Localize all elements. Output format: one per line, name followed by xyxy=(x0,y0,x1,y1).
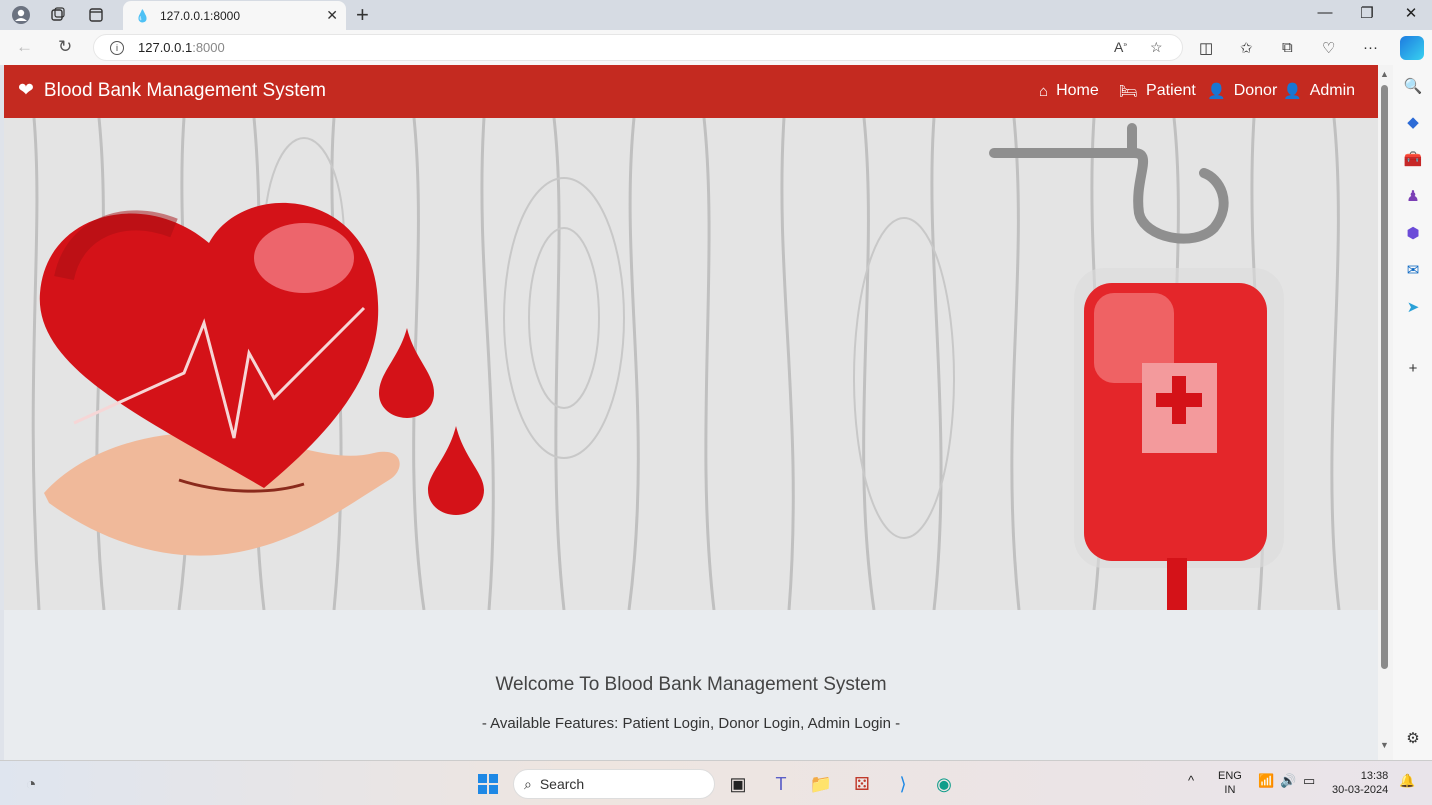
back-icon[interactable]: ← xyxy=(16,37,33,57)
copilot-icon[interactable] xyxy=(1400,36,1424,60)
hero-banner-image xyxy=(4,118,1378,610)
nav-home-link[interactable]: ⌂ Home xyxy=(1039,82,1099,100)
send-icon[interactable]: ➤ xyxy=(1403,298,1423,318)
sidebar-settings-icon[interactable]: ⚙ xyxy=(1403,729,1423,749)
browser-essentials-icon[interactable]: ♡ xyxy=(1322,39,1335,57)
task-view-icon[interactable]: ▣ xyxy=(725,771,751,797)
language-indicator[interactable]: ENG IN xyxy=(1218,769,1242,797)
site-brand[interactable]: ❤ Blood Bank Management System xyxy=(18,79,326,102)
workspaces-icon[interactable] xyxy=(47,4,69,26)
browser-toolbar: ← ↻ i 127.0.0.1:8000 A» ☆ ◫ ✩ ⧉ ♡ ··· xyxy=(0,30,1432,65)
home-icon: ⌂ xyxy=(1039,82,1049,100)
close-tab-icon[interactable]: ✕ xyxy=(326,7,338,24)
tab-title: 127.0.0.1:8000 xyxy=(159,8,241,23)
nav-patient-label: Patient xyxy=(1146,82,1196,99)
tools-icon[interactable]: 🧰 xyxy=(1403,150,1423,170)
lang-bottom: IN xyxy=(1224,784,1236,796)
windows-start-icon[interactable] xyxy=(475,771,501,797)
search-icon[interactable]: 🔍 xyxy=(1403,77,1423,97)
close-window-icon[interactable]: ✕ xyxy=(1396,4,1426,22)
brand-title: Blood Bank Management System xyxy=(43,79,326,101)
clock-time: 13:38 xyxy=(1360,770,1389,782)
games-icon[interactable]: ♟ xyxy=(1403,187,1423,207)
clock[interactable]: 13:38 30-03-2024 xyxy=(1332,769,1388,797)
nav-donor-link[interactable]: 👤 Donor xyxy=(1207,82,1277,100)
edge-sidebar: 🔍 ◆ 🧰 ♟ ⬢ ✉ ➤ + ⚙ xyxy=(1393,65,1432,760)
collections-icon[interactable]: ⧉ xyxy=(1282,39,1293,56)
blood-donation-illustration xyxy=(31,118,1341,610)
scrollbar-thumb[interactable] xyxy=(1381,85,1388,669)
nav-patient-link[interactable]: 🛏 Patient xyxy=(1119,82,1196,100)
restore-icon[interactable]: ❐ xyxy=(1352,4,1382,22)
search-label: Search xyxy=(539,776,585,792)
url-port: :8000 xyxy=(192,40,225,55)
nav-donor-label: Donor xyxy=(1233,82,1278,99)
edge-icon[interactable]: ◉ xyxy=(931,771,957,797)
nav-home-label: Home xyxy=(1056,82,1099,99)
wifi-icon[interactable]: 📶 xyxy=(1258,774,1274,788)
clock-date: 30-03-2024 xyxy=(1332,784,1389,796)
minimize-icon[interactable]: — xyxy=(1310,4,1340,21)
battery-icon[interactable]: ▭ xyxy=(1303,774,1315,788)
windows-taskbar: ◔ ⌕ Search ▣ T 📁 ⚄ ⟩ ◉ ^ ENG IN 📶 🔊 ▭ 13… xyxy=(0,760,1432,805)
heartbeat-icon: ❤ xyxy=(18,80,34,101)
show-hidden-icons-icon[interactable]: ^ xyxy=(1188,774,1194,788)
blood-drop-favicon-icon: 💧 xyxy=(135,8,150,23)
widgets-icon[interactable]: ◔ xyxy=(18,771,44,797)
favorite-star-icon[interactable]: ☆ xyxy=(1150,39,1163,56)
profile-icon[interactable] xyxy=(10,4,32,26)
site-info-icon[interactable]: i xyxy=(110,40,124,55)
tab-actions-icon[interactable] xyxy=(85,4,107,26)
user-icon: 👤 xyxy=(1207,83,1226,100)
notifications-icon[interactable]: 🔔 xyxy=(1399,774,1415,788)
active-tab[interactable]: 💧 127.0.0.1:8000 ✕ xyxy=(123,1,346,30)
shopping-tag-icon[interactable]: ◆ xyxy=(1403,113,1423,133)
add-sidebar-app-icon[interactable]: + xyxy=(1403,359,1423,379)
welcome-heading: Welcome To Blood Bank Management System xyxy=(495,674,887,695)
address-bar[interactable]: i 127.0.0.1:8000 A» ☆ xyxy=(93,34,1183,61)
vscode-icon[interactable]: ⟩ xyxy=(890,771,916,797)
web-page: ❤ Blood Bank Management System ⌂ Home 🛏 … xyxy=(4,65,1378,760)
volume-icon[interactable]: 🔊 xyxy=(1280,774,1296,788)
bed-icon: 🛏 xyxy=(1119,83,1139,100)
outlook-icon[interactable]: ✉ xyxy=(1403,261,1423,281)
scroll-down-icon[interactable]: ▼ xyxy=(1380,740,1389,750)
more-options-icon[interactable]: ··· xyxy=(1363,39,1378,56)
user-cog-icon: 👤 xyxy=(1283,83,1302,100)
new-tab-icon[interactable]: + xyxy=(356,2,369,28)
nav-admin-label: Admin xyxy=(1309,82,1356,99)
app-icon[interactable]: ⚄ xyxy=(849,771,875,797)
page-scrollbar[interactable]: ▲ ▼ xyxy=(1378,65,1393,760)
features-text: - Available Features: Patient Login, Don… xyxy=(481,715,901,732)
browser-tab-bar: 💧 127.0.0.1:8000 ✕ + — ❐ ✕ xyxy=(0,0,1432,30)
refresh-icon[interactable]: ↻ xyxy=(58,37,72,57)
file-explorer-icon[interactable]: 📁 xyxy=(808,771,834,797)
taskbar-search[interactable]: ⌕ Search xyxy=(513,769,715,799)
lang-top: ENG xyxy=(1218,770,1242,782)
url-host: 127.0.0.1 xyxy=(138,40,193,55)
split-screen-icon[interactable]: ◫ xyxy=(1199,39,1213,57)
microsoft365-icon[interactable]: ⬢ xyxy=(1403,224,1423,244)
nav-admin-link[interactable]: 👤 Admin xyxy=(1283,82,1355,100)
search-magnifier-icon: ⌕ xyxy=(524,775,532,792)
read-aloud-icon[interactable]: A» xyxy=(1114,39,1127,55)
scroll-up-icon[interactable]: ▲ xyxy=(1380,69,1389,79)
favorites-icon[interactable]: ✩ xyxy=(1240,39,1253,57)
teams-icon[interactable]: T xyxy=(768,771,794,797)
site-navbar: ❤ Blood Bank Management System ⌂ Home 🛏 … xyxy=(4,65,1378,118)
